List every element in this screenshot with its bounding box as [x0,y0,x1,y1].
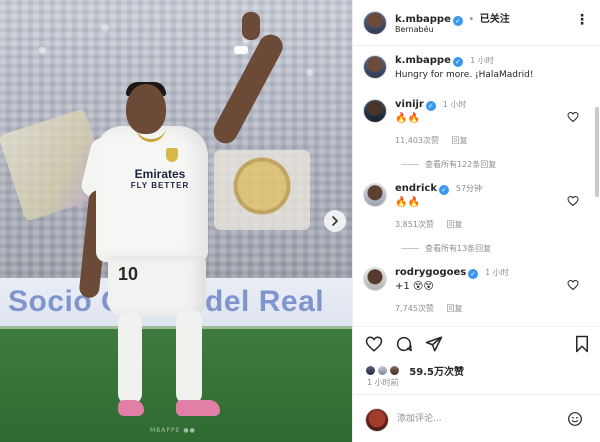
comment-text: +1 😵😵 [395,281,434,292]
verified-badge-icon: ✓ [452,16,463,26]
heart-icon[interactable] [365,335,383,353]
verified-badge-icon: ✓ [425,101,436,111]
commenter-avatar[interactable] [363,267,387,291]
emoji-icon[interactable] [567,411,583,427]
commenter-avatar[interactable] [363,99,387,123]
comment-heart-icon[interactable] [567,111,579,123]
reply-button[interactable]: 回复 [446,304,462,313]
pointing-hand [242,12,260,40]
shorts-number: 10 [118,264,139,284]
comment-icon[interactable] [395,335,413,353]
comments-scroll-area[interactable]: k.mbappe ✓ 1 小时 Hungry for more. ¡HalaMad… [353,47,600,325]
header-user-line: k.mbappe ✓ • 已关注 [395,10,510,26]
comment-heart-icon[interactable] [567,279,579,291]
post-actions [353,326,600,360]
post-side-panel: k.mbappe ✓ • 已关注 Bernabéu ⋮ k.mbappe ✓ 1 小… [352,0,600,442]
post-timestamp: 1 小时前 [367,378,399,387]
club-badge [166,148,178,162]
left-leg [118,312,142,404]
view-replies-link[interactable]: 查看所有13条回复 [401,243,491,254]
scrollbar-thumb[interactable] [595,107,599,197]
more-options-icon[interactable]: ⋮ [575,12,590,28]
comment-text: 🔥🔥 [395,197,420,208]
comment-likes[interactable]: 7,745次赞 [395,304,434,313]
author-username[interactable]: k.mbappe [395,14,451,25]
caption-text: Hungry for more. ¡HalaMadrid! [395,70,534,80]
verified-badge-icon: ✓ [452,57,463,67]
chevron-right-icon [332,216,338,226]
location-link[interactable]: Bernabéu [395,25,434,34]
likes-summary[interactable]: 59.5万次赞 [365,360,464,378]
post-image[interactable]: Socio Oficial del Real Emirates FLY BETT… [0,0,352,442]
wristband [234,46,248,54]
comment-time: 1 小时 [485,268,509,277]
jersey-sponsor: Emirates FLY BETTER [120,168,200,192]
caption-time: 1 小时 [470,56,494,65]
caption-username[interactable]: k.mbappe [395,55,451,66]
right-boot [176,400,220,416]
verified-badge-icon: ✓ [439,185,449,195]
liker-avatar [377,365,389,376]
comment-time: 57分钟 [455,184,483,193]
comment-likes[interactable]: 3,851次赞 [395,220,434,229]
comment-text: 🔥🔥 [395,113,420,124]
player-figure: Emirates FLY BETTER 10 [72,12,287,442]
sponsor-tagline: FLY BETTER [130,181,190,190]
commenter-username[interactable]: rodrygogoes [395,267,466,278]
player-head [126,84,166,134]
comment-composer [353,394,600,442]
reply-button[interactable]: 回复 [446,220,462,229]
comment-time: 1 小时 [442,100,467,109]
post-header: k.mbappe ✓ • 已关注 Bernabéu ⋮ [353,0,600,46]
following-button[interactable]: 已关注 [480,14,510,25]
liker-avatar [365,365,376,376]
comment-item: rodrygogoes ✓ 1 小时 +1 😵😵 7,745次赞 回复 [353,267,600,325]
commenter-username[interactable]: endrick [395,183,437,194]
watermark: MBAPPE ●● [150,427,196,434]
bookmark-icon[interactable] [573,335,591,353]
reply-button[interactable]: 回复 [452,136,468,145]
left-boot [118,400,144,416]
caption-avatar[interactable] [363,55,387,79]
commenter-username[interactable]: vinijr [395,99,424,110]
carousel-next-button[interactable] [324,210,346,232]
add-comment-input[interactable] [397,409,557,429]
current-user-avatar [365,408,389,432]
view-replies-link[interactable]: 查看所有122条回复 [401,159,496,170]
separator-dot: • [468,14,475,25]
verified-badge-icon: ✓ [468,269,479,279]
comment-likes[interactable]: 11,403次赞 [395,136,439,145]
post-caption: k.mbappe ✓ 1 小时 Hungry for more. ¡HalaMad… [395,55,591,80]
sponsor-name: Emirates [134,167,186,181]
author-avatar[interactable] [363,11,387,35]
commenter-avatar[interactable] [363,183,387,207]
liker-avatar [389,365,401,376]
comment-heart-icon[interactable] [567,195,579,207]
send-icon[interactable] [425,335,443,353]
jersey [96,126,208,262]
right-leg [176,310,202,404]
likes-count[interactable]: 59.5万次赞 [409,367,464,378]
